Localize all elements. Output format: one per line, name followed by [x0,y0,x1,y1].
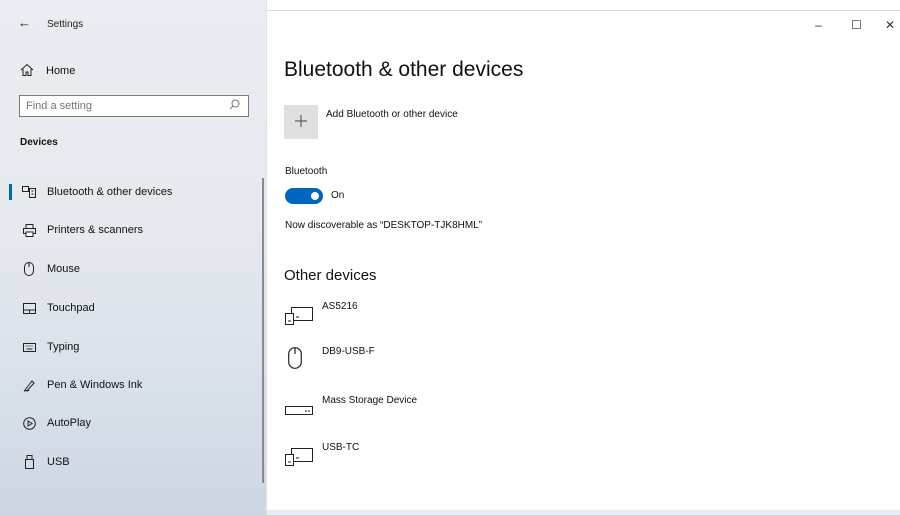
device-icon [285,448,313,471]
device-item[interactable]: Mass Storage Device [285,395,585,425]
device-item[interactable]: USB-TC [285,442,585,472]
sidebar-item-touchpad[interactable]: Touchpad [0,294,262,322]
bluetooth-heading: Bluetooth [285,166,328,177]
sidebar-item-autoplay[interactable]: AutoPlay [0,409,262,437]
sidebar-item-typing[interactable]: Typing [0,333,262,361]
discoverable-text: Now discoverable as “DESKTOP-TJK8HML” [285,220,483,231]
back-arrow-icon[interactable]: ← [18,15,31,30]
drive-icon [285,403,313,421]
keyboard-icon [22,340,36,354]
device-name: USB-TC [322,442,360,453]
device-name: DB9-USB-F [322,346,375,357]
sidebar-item-usb[interactable]: USB [0,448,262,476]
touchpad-icon [22,301,36,315]
minimize-button[interactable]: – [815,18,822,32]
device-item[interactable]: AS5216 [285,301,585,331]
device-icon [285,307,313,330]
search-input[interactable] [20,99,223,113]
bluetooth-toggle[interactable] [285,188,323,204]
bluetooth-devices-icon [22,185,36,199]
other-devices-heading: Other devices [284,267,377,284]
device-name: AS5216 [322,301,358,312]
sidebar-item-label: Touchpad [47,302,95,314]
printer-icon [22,223,36,237]
search-icon[interactable] [229,99,240,113]
sidebar-item-printers[interactable]: Printers & scanners [0,216,262,244]
sidebar-item-bluetooth[interactable]: Bluetooth & other devices [0,178,262,206]
close-button[interactable]: ✕ [885,18,895,32]
page-title: Bluetooth & other devices [284,58,524,81]
home-icon [20,63,34,80]
add-device-label[interactable]: Add Bluetooth or other device [326,109,458,120]
pen-icon [22,378,36,392]
sidebar-scrollbar[interactable] [262,178,264,483]
bottom-edge [267,510,900,515]
bluetooth-state-label: On [331,190,345,201]
sidebar-item-label: Pen & Windows Ink [47,379,143,391]
sidebar: ← Settings Home Devices Bluetooth & othe… [0,0,267,515]
sidebar-item-label: Typing [47,341,80,353]
toggle-knob [311,192,319,200]
window-title: Settings [47,19,84,30]
search-box[interactable] [19,95,249,117]
sidebar-item-label: Printers & scanners [47,224,143,236]
sidebar-item-label: USB [47,456,70,468]
device-item[interactable]: DB9-USB-F [285,346,585,376]
maximize-button[interactable]: ☐ [851,18,862,32]
sidebar-item-label: AutoPlay [47,417,92,429]
mouse-icon [288,347,302,374]
usb-icon [22,455,36,469]
autoplay-icon [22,416,36,430]
device-name: Mass Storage Device [322,395,418,406]
sidebar-item-mouse[interactable]: Mouse [0,255,262,283]
home-link[interactable]: Home [20,62,75,80]
sidebar-item-label: Bluetooth & other devices [47,186,173,198]
plus-icon [294,111,308,134]
sidebar-item-pen[interactable]: Pen & Windows Ink [0,371,262,399]
sidebar-item-label: Mouse [47,263,81,275]
add-device-button[interactable] [284,105,318,139]
section-heading-devices: Devices [20,137,58,148]
mouse-icon [22,262,36,276]
home-label: Home [46,65,76,77]
